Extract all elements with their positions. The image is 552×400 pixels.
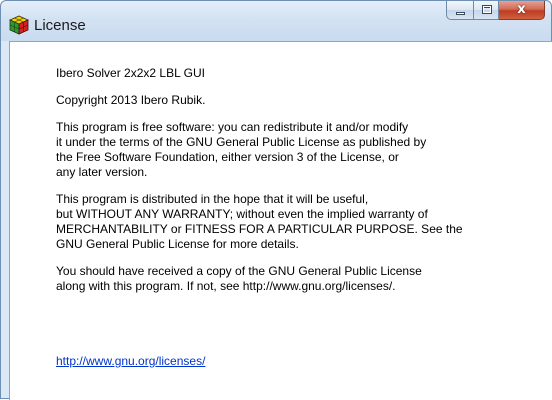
maximize-icon	[482, 5, 492, 14]
license-content: Ibero Solver 2x2x2 LBL GUI Copyright 201…	[56, 66, 536, 306]
close-button[interactable]: x	[499, 1, 545, 20]
copyright-text: Copyright 2013 Ibero Rubik.	[56, 93, 206, 107]
license-copy-paragraph: You should have received a copy of the G…	[56, 264, 422, 293]
app-name-text: Ibero Solver 2x2x2 LBL GUI	[56, 66, 205, 80]
caption-buttons: x	[446, 1, 545, 21]
minimize-icon	[456, 12, 465, 15]
warranty-paragraph: This program is distributed in the hope …	[56, 192, 463, 251]
window-title: License	[34, 17, 86, 34]
close-icon: x	[517, 2, 526, 17]
title-bar[interactable]: License x	[1, 1, 551, 41]
rubiks-cube-icon	[9, 15, 29, 35]
gnu-licenses-link[interactable]: http://www.gnu.org/licenses/	[56, 354, 205, 369]
minimize-button[interactable]	[446, 1, 473, 20]
maximize-button[interactable]	[473, 1, 499, 20]
free-software-paragraph: This program is free software: you can r…	[56, 120, 427, 179]
